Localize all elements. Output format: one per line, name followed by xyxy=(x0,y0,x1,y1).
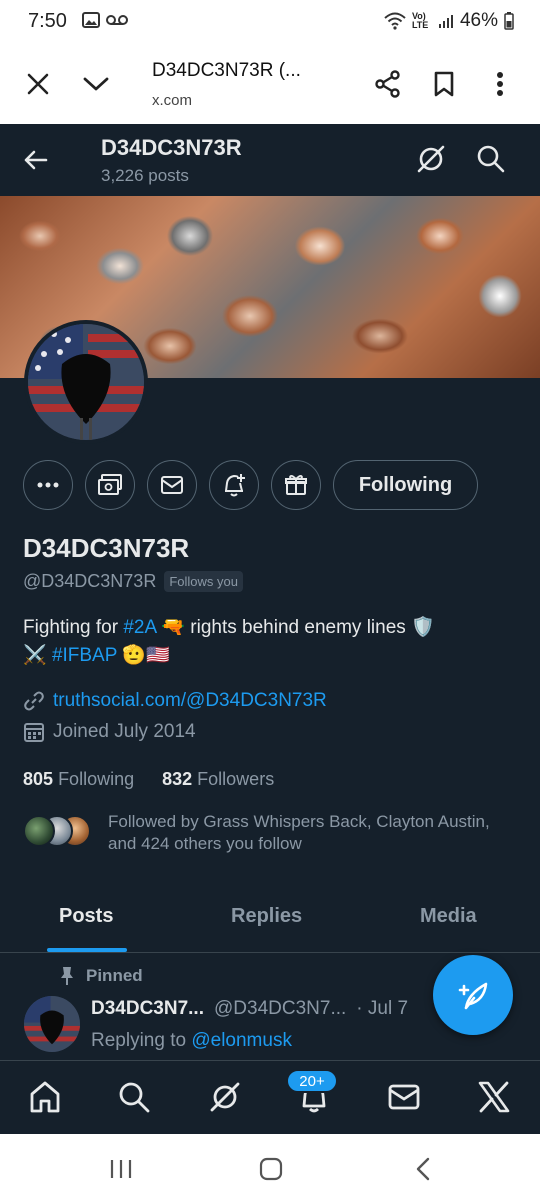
notify-button[interactable] xyxy=(209,460,259,510)
handle-row: @D34DC3N73R Follows you xyxy=(23,571,243,592)
back-button-icon[interactable] xyxy=(408,1154,438,1184)
home-button-icon[interactable] xyxy=(256,1154,286,1184)
back-arrow-icon[interactable] xyxy=(20,144,52,181)
pin-icon xyxy=(61,967,73,985)
followers-count-link[interactable]: 832 Followers xyxy=(162,769,274,790)
tab-posts[interactable]: Posts xyxy=(59,905,113,928)
hashtag-2a[interactable]: #2A xyxy=(123,617,156,638)
calendar-icon xyxy=(24,723,44,742)
status-time: 7:50 xyxy=(28,10,67,32)
compose-feather-icon xyxy=(458,982,488,1010)
followed-by-text: Followed by Grass Whispers Back, Clayton… xyxy=(108,812,490,853)
signal-icon xyxy=(438,15,453,28)
search-nav-icon[interactable] xyxy=(114,1077,154,1117)
bell-plus-icon xyxy=(225,474,245,497)
profile-header: D34DC3N73R 3,226 posts xyxy=(0,124,540,196)
gift-button[interactable] xyxy=(271,460,321,510)
messages-icon[interactable] xyxy=(384,1077,424,1117)
handle: @D34DC3N73R xyxy=(23,571,157,591)
profile-tabs: Posts Replies Media xyxy=(0,885,540,953)
battery-icon xyxy=(504,12,514,30)
search-icon[interactable] xyxy=(474,142,508,181)
grok-nav-icon[interactable] xyxy=(205,1077,245,1117)
browser-toolbar: D34DC3N73R (... x.com xyxy=(0,46,540,124)
mutual-avatar xyxy=(23,815,55,847)
recent-apps-icon[interactable] xyxy=(106,1154,136,1184)
gallery-icon xyxy=(82,12,100,28)
post-count: 3,226 posts xyxy=(101,166,189,185)
bookmark-icon[interactable] xyxy=(426,66,462,102)
close-icon[interactable] xyxy=(20,66,56,102)
gift-icon xyxy=(285,474,307,495)
share-icon[interactable] xyxy=(370,66,406,102)
post-author-name[interactable]: D34DC3N7... xyxy=(91,998,204,1020)
follows-you-badge: Follows you xyxy=(164,571,243,592)
active-tab-indicator xyxy=(47,948,127,952)
page-title: D34DC3N73R (... xyxy=(152,60,301,81)
grok-icon[interactable] xyxy=(414,142,448,181)
chevron-down-icon[interactable] xyxy=(78,66,114,102)
profile-link[interactable]: truthsocial.com/@D34DC3N73R xyxy=(23,690,327,712)
post-avatar[interactable] xyxy=(24,996,80,1052)
message-button[interactable] xyxy=(147,460,197,510)
post-author-handle: @D34DC3N7... xyxy=(214,998,347,1019)
hashtag-ifbap[interactable]: #IFBAP xyxy=(52,645,117,666)
subscribe-button[interactable] xyxy=(85,460,135,510)
profile-avatar[interactable] xyxy=(24,320,148,444)
mail-icon xyxy=(161,476,183,494)
more-vertical-icon[interactable] xyxy=(482,66,518,102)
compose-button[interactable] xyxy=(433,955,513,1035)
link-icon xyxy=(24,691,44,711)
tab-media[interactable]: Media xyxy=(420,905,477,928)
replying-to: Replying to @elonmusk xyxy=(91,1030,292,1051)
money-icon xyxy=(98,474,122,495)
network-label: Vo) LTE xyxy=(411,11,429,30)
follow-counts: 805 Following 832 Followers xyxy=(23,769,274,790)
home-icon[interactable] xyxy=(25,1077,65,1117)
x-logo-icon[interactable] xyxy=(474,1077,514,1117)
profile-actions: Following xyxy=(0,460,540,512)
voicemail-icon xyxy=(106,15,128,25)
header-name: D34DC3N73R xyxy=(101,135,242,160)
display-name: D34DC3N73R xyxy=(23,533,190,563)
battery-percent: 46% xyxy=(459,10,498,31)
joined-date: Joined July 2014 xyxy=(23,721,196,743)
tab-replies[interactable]: Replies xyxy=(231,905,302,928)
page-url: x.com xyxy=(152,92,193,109)
post-date: · Jul 7 xyxy=(356,998,409,1019)
profile-bio: Fighting for #2A 🔫 rights behind enemy l… xyxy=(23,617,435,666)
pinned-label: Pinned xyxy=(58,966,143,986)
followed-by[interactable]: Followed by Grass Whispers Back, Clayton… xyxy=(23,811,518,861)
more-options-button[interactable] xyxy=(23,460,73,510)
following-button[interactable]: Following xyxy=(333,460,478,510)
bottom-nav: 20+ xyxy=(0,1060,540,1134)
system-nav-bar xyxy=(0,1134,540,1200)
notifications-badge: 20+ xyxy=(286,1069,338,1093)
wifi-icon xyxy=(384,12,406,30)
replying-to-handle[interactable]: @elonmusk xyxy=(191,1030,292,1051)
status-bar: 7:50 Vo) LTE 46% xyxy=(0,0,540,46)
following-count-link[interactable]: 805 Following xyxy=(23,769,134,790)
link-text[interactable]: truthsocial.com/@D34DC3N73R xyxy=(53,690,327,712)
more-horizontal-icon xyxy=(37,482,59,488)
